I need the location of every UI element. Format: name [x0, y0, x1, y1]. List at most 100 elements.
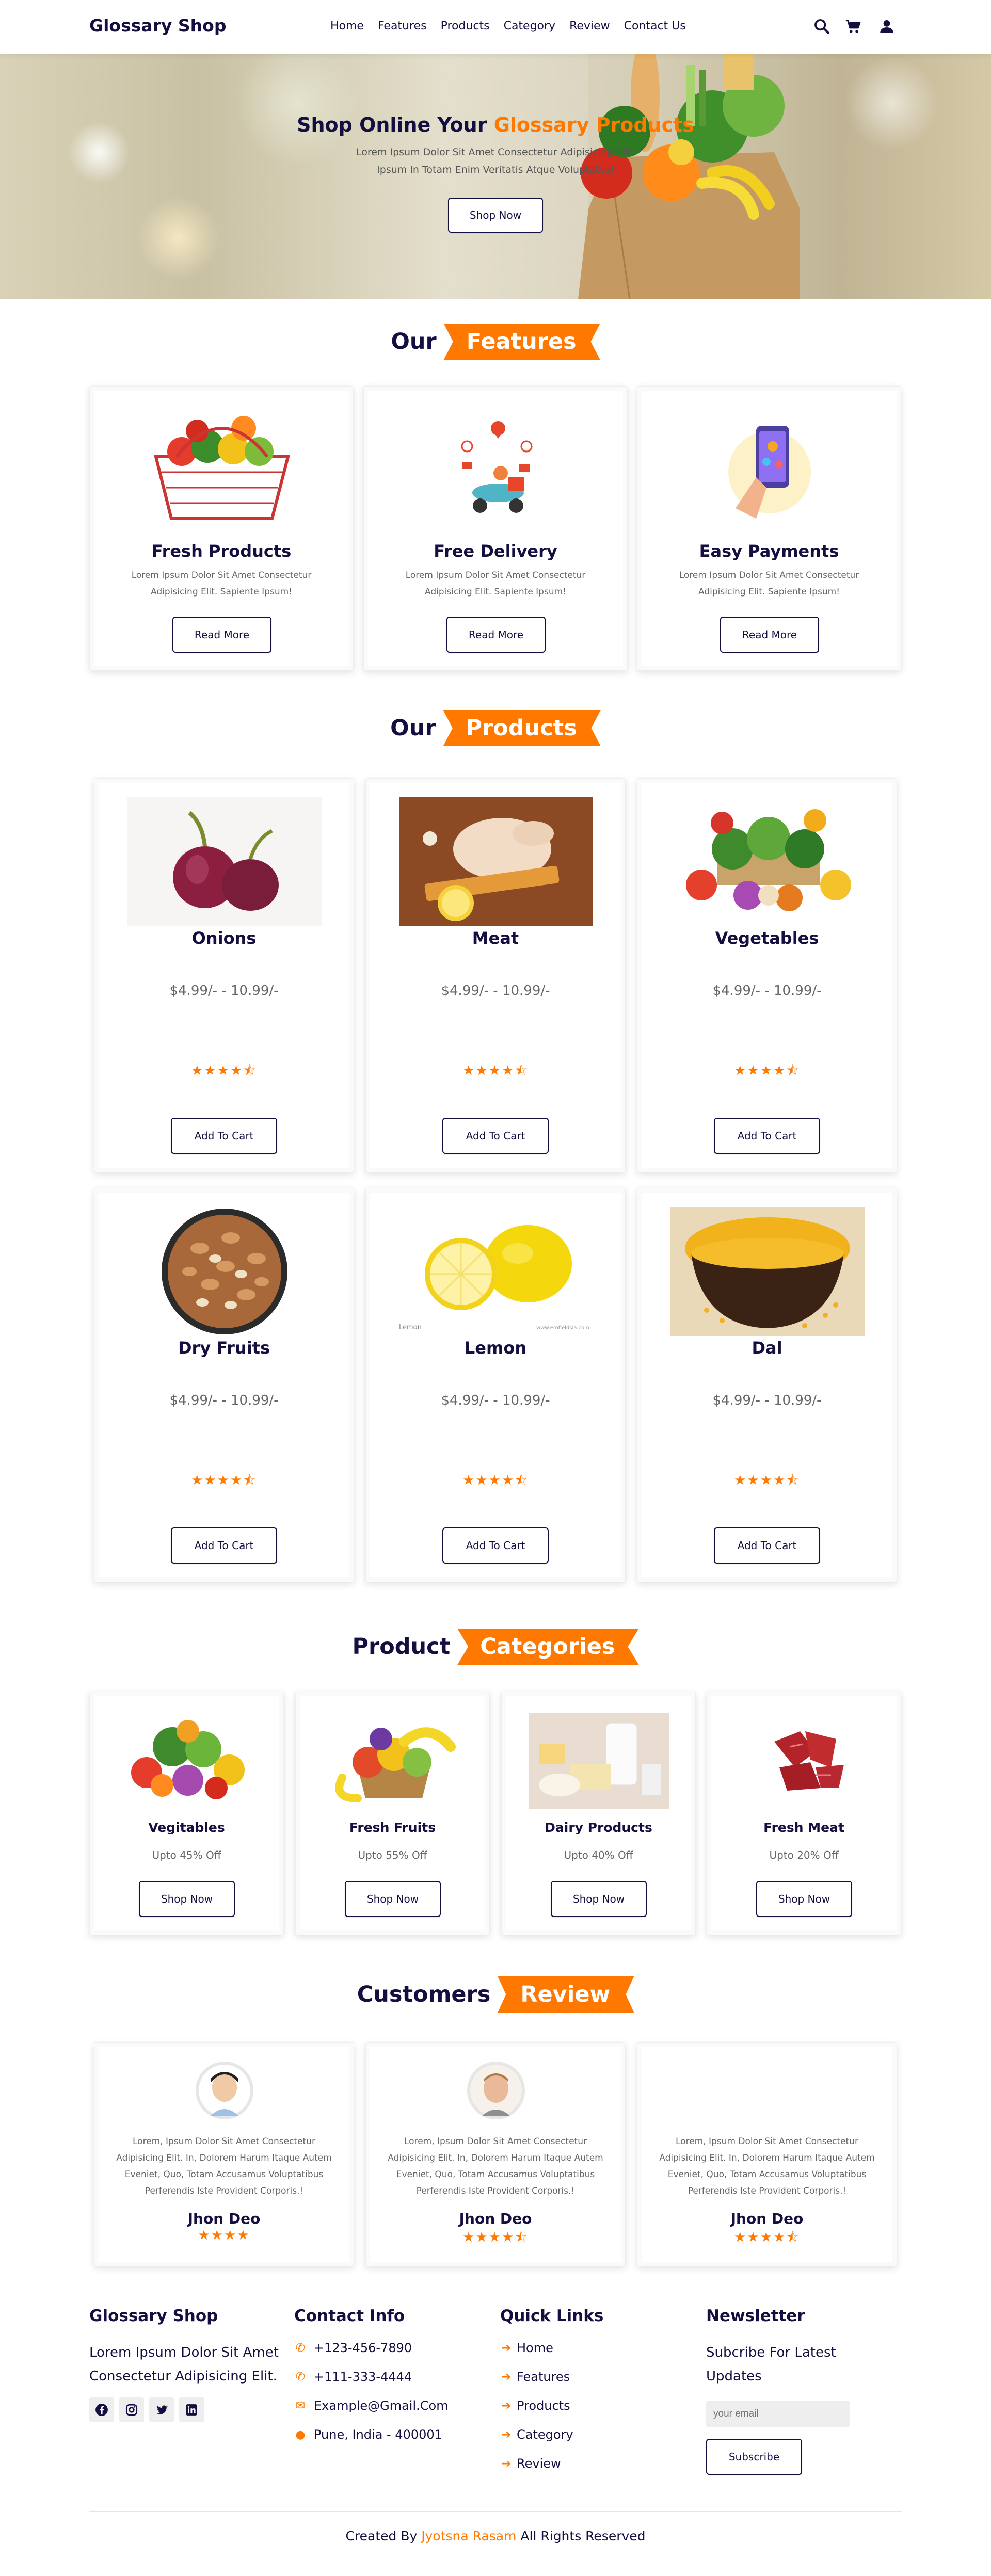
product-rating: ★★★★⯪	[191, 1063, 257, 1078]
feature-text-line2: Adipisicing Elit. Sapiente Ipsum!	[425, 587, 566, 597]
footer-quick-links: Quick Links ➔ Home ➔ Features ➔ Products ➔ C…	[500, 2307, 696, 2471]
category-card: Vegitables Upto 45% Off Shop Now	[89, 1692, 284, 1935]
product-price: $4.99/- - 10.99/-	[712, 1393, 822, 1408]
category-dairy-image	[529, 1713, 669, 1809]
nav-home[interactable]: Home	[330, 20, 364, 33]
quick-link-category[interactable]: ➔ Category	[500, 2427, 696, 2442]
product-name: Meat	[472, 928, 519, 948]
product-price: $4.99/- - 10.99/-	[441, 983, 550, 999]
category-shop-now-button[interactable]: Shop Now	[551, 1881, 647, 1917]
add-to-cart-button[interactable]: Add To Cart	[442, 1527, 549, 1564]
map-marker-icon: ●	[295, 2428, 306, 2441]
site-header: Glossary Shop Home Features Products Cat…	[0, 0, 991, 54]
subscribe-button[interactable]: Subscribe	[706, 2439, 802, 2475]
hero-shop-now-button[interactable]: Shop Now	[448, 198, 543, 233]
product-rating: ★★★★⯪	[462, 1473, 529, 1488]
linkedin-icon[interactable]	[179, 2397, 204, 2422]
contact-phone-1[interactable]: ✆ +123-456-7890	[294, 2341, 490, 2355]
category-discount: Upto 20% Off	[769, 1849, 839, 1861]
add-to-cart-button[interactable]: Add To Cart	[442, 1118, 549, 1154]
review-card: Lorem, Ipsum Dolor Sit Amet Consectetur A…	[94, 2042, 354, 2266]
feature-text-line1: Lorem Ipsum Dolor Sit Amet Consectetur	[405, 570, 586, 581]
category-shop-now-button[interactable]: Shop Now	[756, 1881, 852, 1917]
category-fruits-image	[335, 1727, 456, 1802]
add-to-cart-button[interactable]: Add To Cart	[714, 1527, 820, 1564]
reviewer-name: Jhon Deo	[187, 2210, 261, 2227]
hero-subtitle-line2: Ipsum In Totam Enim Veritatis Atque Volu…	[377, 164, 614, 175]
facebook-icon[interactable]	[89, 2397, 114, 2422]
twitter-icon[interactable]	[149, 2397, 174, 2422]
feature-text-line1: Lorem Ipsum Dolor Sit Amet Consectetur	[679, 570, 859, 581]
add-to-cart-button[interactable]: Add To Cart	[171, 1527, 277, 1564]
meat-image	[399, 797, 593, 926]
search-icon[interactable]	[813, 18, 830, 35]
feature-card: Easy Payments Lorem Ipsum Dolor Sit Amet…	[637, 386, 901, 671]
review-text-line1: Lorem, Ipsum Dolor Sit Amet Consectetur	[676, 2136, 858, 2147]
hero-title-main: Shop Online Your	[297, 114, 494, 136]
review-text-line4: Perferendis Iste Provident Corporis.!	[416, 2186, 575, 2196]
quick-link-products[interactable]: ➔ Products	[500, 2398, 696, 2413]
quick-link-home-text: Home	[517, 2341, 553, 2355]
footer-credit-author[interactable]: Jyotsna Rasam	[421, 2529, 516, 2543]
lemon-image-caption: Lemon	[399, 1324, 422, 1331]
quick-link-review[interactable]: ➔ Review	[500, 2456, 696, 2471]
quick-link-review-text: Review	[517, 2456, 561, 2471]
add-to-cart-button[interactable]: Add To Cart	[171, 1118, 277, 1154]
vegetables-image	[670, 797, 865, 926]
feature-title: Fresh Products	[151, 541, 292, 561]
nav-contact[interactable]: Contact Us	[624, 20, 686, 33]
review-card: Lorem, Ipsum Dolor Sit Amet Consectetur A…	[365, 2042, 626, 2266]
quick-link-features[interactable]: ➔ Features	[500, 2370, 696, 2384]
quick-link-home[interactable]: ➔ Home	[500, 2341, 696, 2355]
social-links	[89, 2397, 285, 2422]
feature-text: Lorem Ipsum Dolor Sit Amet Consectetur Ad…	[364, 567, 627, 600]
hero-title: Shop Online Your Glossary Products	[0, 114, 991, 136]
category-name: Fresh Fruits	[349, 1820, 436, 1835]
quick-link-features-text: Features	[517, 2370, 570, 2384]
category-name: Dairy Products	[545, 1820, 652, 1835]
footer-about-text-line1: Lorem Ipsum Dolor Sit Amet	[89, 2345, 279, 2360]
nav-review[interactable]: Review	[569, 20, 610, 33]
envelope-icon: ✉	[295, 2399, 306, 2412]
review-rating: ★★★★⯪	[734, 2230, 800, 2245]
review-text-line2: Adipisicing Elit. In, Dolorem Harum Itaq…	[659, 2153, 875, 2163]
product-price: $4.99/- - 10.99/-	[712, 983, 822, 999]
arrow-right-icon: ➔	[501, 2399, 512, 2412]
hero-banner: Shop Online Your Glossary Products Lorem…	[0, 54, 991, 299]
nav-products[interactable]: Products	[441, 20, 490, 33]
nav-features[interactable]: Features	[378, 20, 427, 33]
reviewer-name: Jhon Deo	[730, 2210, 804, 2227]
read-more-button[interactable]: Read More	[172, 617, 271, 653]
read-more-button[interactable]: Read More	[720, 617, 819, 653]
category-shop-now-button[interactable]: Shop Now	[345, 1881, 441, 1917]
add-to-cart-button[interactable]: Add To Cart	[714, 1118, 820, 1154]
review-rating: ★★★★⯪	[462, 2230, 529, 2245]
product-price: $4.99/- - 10.99/-	[169, 1393, 279, 1408]
products-heading-plain: Our	[390, 715, 436, 741]
category-vegetables-image	[131, 1720, 245, 1799]
product-rating: ★★★★⯪	[734, 1063, 800, 1078]
read-more-button[interactable]: Read More	[446, 617, 546, 653]
footer-about-title: Glossary Shop	[89, 2307, 218, 2325]
hero-title-highlight: Glossary Products	[493, 114, 694, 136]
category-card: Dairy Products Upto 40% Off Shop Now	[501, 1692, 696, 1935]
nav-category[interactable]: Category	[504, 20, 556, 33]
category-shop-now-button[interactable]: Shop Now	[139, 1881, 235, 1917]
product-name: Dal	[752, 1338, 782, 1358]
contact-email[interactable]: ✉ Example@Gmail.Com	[294, 2398, 490, 2413]
footer-newsletter-title: Newsletter	[706, 2307, 805, 2325]
review-text-line3: Eveniet, Quo, Totam Accusamus Voluptatib…	[396, 2169, 595, 2180]
phone-icon: ✆	[295, 2341, 306, 2355]
contact-phone-2[interactable]: ✆ +111-333-4444	[294, 2370, 490, 2384]
cart-icon[interactable]	[844, 18, 862, 35]
products-heading: Our Products	[0, 710, 991, 746]
arrow-right-icon: ➔	[501, 2370, 512, 2384]
newsletter-email-input[interactable]	[706, 2401, 850, 2427]
delivery-scooter-image	[461, 421, 533, 513]
instagram-icon[interactable]	[119, 2397, 144, 2422]
category-discount: Upto 55% Off	[358, 1849, 427, 1861]
site-logo[interactable]: Glossary Shop	[89, 15, 226, 36]
user-icon[interactable]	[878, 18, 896, 35]
basket-image	[154, 416, 290, 520]
quick-link-category-text: Category	[517, 2427, 573, 2442]
